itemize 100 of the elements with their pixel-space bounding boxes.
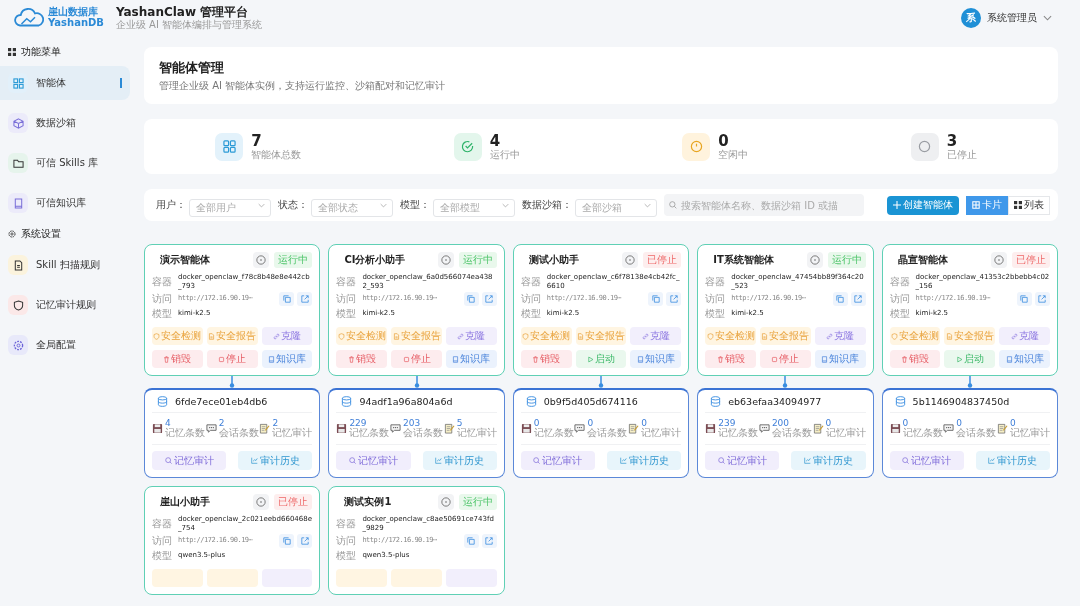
- metric-value: 0: [533, 419, 541, 428]
- sidebar-item[interactable]: 可信 Skills 库: [0, 146, 130, 180]
- sandbox-action-button[interactable]: 审计历史: [975, 451, 1050, 470]
- chat-bubble-icon: [758, 423, 770, 434]
- sandbox-action-button[interactable]: 记忆审计: [336, 451, 411, 470]
- info-button[interactable]: [437, 252, 454, 268]
- shield-icon: [891, 332, 898, 340]
- metric-value: 4: [165, 419, 172, 428]
- action-button[interactable]: 停止: [391, 350, 442, 368]
- info-button[interactable]: [622, 252, 639, 268]
- search-field[interactable]: 搜索智能体名称、数据沙箱 ID 或描: [664, 194, 864, 216]
- section-title: 功能菜单: [21, 45, 61, 59]
- info-icon: [440, 497, 451, 507]
- action-button[interactable]: 克隆: [446, 327, 497, 345]
- open-link-button[interactable]: [297, 291, 313, 306]
- user-name[interactable]: 系统管理员: [987, 11, 1037, 25]
- action-button[interactable]: 知识库: [814, 350, 866, 368]
- copy-button[interactable]: [648, 291, 664, 306]
- action-button[interactable]: 停止: [760, 350, 811, 368]
- action-button[interactable]: 销毁: [705, 350, 756, 368]
- filter-select[interactable]: 全部模型: [433, 198, 515, 217]
- action-button[interactable]: 销毁: [152, 350, 203, 368]
- view-toggle-tab[interactable]: 卡片: [966, 195, 1008, 215]
- action-button[interactable]: 知识库: [999, 350, 1050, 368]
- action-button[interactable]: 销毁: [520, 350, 572, 368]
- sidebar-item[interactable]: 记忆审计规则: [0, 288, 130, 322]
- metric-label: 记忆审计: [825, 428, 866, 438]
- user-avatar[interactable]: 系: [961, 8, 981, 28]
- sidebar-item[interactable]: 全局配置: [0, 328, 130, 362]
- action-button[interactable]: 安全检测: [336, 327, 388, 345]
- action-button[interactable]: 安全报告: [944, 327, 996, 345]
- open-link-button[interactable]: [481, 291, 497, 306]
- book-icon: [636, 355, 644, 363]
- action-button[interactable]: 安全报告: [575, 327, 627, 345]
- field-label: 容器: [152, 275, 173, 289]
- info-icon: [994, 255, 1004, 265]
- action-button[interactable]: 克隆: [814, 327, 866, 345]
- open-link-button[interactable]: [666, 291, 682, 306]
- copy-button[interactable]: [279, 291, 295, 306]
- action-button[interactable]: 知识库: [446, 350, 497, 368]
- filter-select[interactable]: 全部状态: [311, 198, 393, 217]
- sandbox-action-button[interactable]: 记忆审计: [152, 451, 227, 470]
- metric-label: 会话条数: [956, 428, 997, 438]
- action-button[interactable]: 启动: [575, 350, 627, 368]
- create-agent-button[interactable]: 创建智能体: [887, 195, 959, 215]
- metric-value: 2: [218, 419, 226, 428]
- filter-select[interactable]: 全部沙箱: [575, 198, 657, 217]
- sandbox-action-button[interactable]: 记忆审计: [705, 451, 780, 470]
- open-link-button[interactable]: [481, 533, 497, 548]
- info-button[interactable]: [437, 494, 454, 510]
- action-button[interactable]: 停止: [206, 350, 258, 368]
- filter-select[interactable]: 全部用户: [189, 198, 271, 217]
- action-button[interactable]: 安全报告: [206, 327, 258, 345]
- open-link-button[interactable]: [1035, 291, 1050, 306]
- sidebar-item[interactable]: 智能体: [0, 66, 130, 100]
- sidebar-item[interactable]: 数据沙箱: [0, 106, 130, 140]
- info-button[interactable]: [253, 494, 270, 510]
- document-icon: [208, 332, 216, 340]
- action-button[interactable]: 销毁: [336, 350, 388, 368]
- action-button[interactable]: 安全报告: [760, 327, 811, 345]
- settings-icon: [8, 230, 16, 238]
- action-button[interactable]: 克隆: [630, 327, 682, 345]
- action-button[interactable]: 安全报告: [391, 327, 442, 345]
- view-toggle-tab[interactable]: 列表: [1008, 195, 1050, 215]
- caret-icon[interactable]: [1043, 15, 1052, 21]
- metric-label: 会话条数: [403, 428, 444, 438]
- sidebar-item[interactable]: Skill 扫描规则: [0, 248, 130, 282]
- action-button[interactable]: 安全检测: [152, 327, 203, 345]
- sandbox-action-button[interactable]: 记忆审计: [520, 451, 595, 470]
- sandbox-action-button[interactable]: 审计历史: [791, 451, 866, 470]
- external-link-icon: [485, 294, 494, 303]
- info-button[interactable]: [253, 252, 270, 268]
- sandbox-action-button[interactable]: 审计历史: [238, 451, 313, 470]
- info-button[interactable]: [991, 252, 1007, 268]
- action-button[interactable]: 知识库: [630, 350, 682, 368]
- copy-button[interactable]: [1017, 291, 1032, 306]
- copy-button[interactable]: [463, 533, 479, 548]
- action-button[interactable]: 安全检测: [889, 327, 941, 345]
- database-icon: [157, 396, 168, 407]
- sandbox-action-button[interactable]: 审计历史: [422, 451, 497, 470]
- copy-button[interactable]: [279, 533, 295, 548]
- connector-line: [598, 376, 604, 388]
- copy-button[interactable]: [832, 291, 848, 306]
- action-button[interactable]: 知识库: [261, 350, 313, 368]
- action-button[interactable]: 销毁: [889, 350, 941, 368]
- info-icon: [256, 255, 267, 265]
- copy-button[interactable]: [463, 291, 479, 306]
- action-button[interactable]: 克隆: [999, 327, 1050, 345]
- action-button[interactable]: 启动: [944, 350, 996, 368]
- action-button[interactable]: 安全检测: [705, 327, 756, 345]
- info-button[interactable]: [806, 252, 823, 268]
- sandbox-action-button[interactable]: 审计历史: [607, 451, 682, 470]
- action-button[interactable]: 克隆: [261, 327, 313, 345]
- open-link-button[interactable]: [850, 291, 866, 306]
- sidebar-item[interactable]: 可信知识库: [0, 186, 130, 220]
- shield-icon: [12, 299, 24, 311]
- action-button[interactable]: 安全检测: [520, 327, 572, 345]
- open-link-button[interactable]: [297, 533, 313, 548]
- info-icon: [256, 497, 267, 507]
- sandbox-action-button[interactable]: 记忆审计: [889, 451, 964, 470]
